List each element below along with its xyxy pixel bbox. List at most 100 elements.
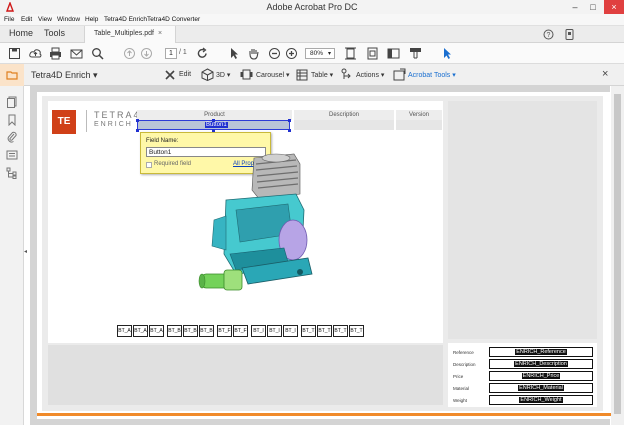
full-screen-icon[interactable] (366, 47, 379, 60)
part-button[interactable]: BT_A (117, 325, 132, 337)
help-icon[interactable]: ? (543, 29, 554, 40)
form-field-label: Button1 (205, 122, 228, 128)
resize-handle[interactable] (288, 129, 291, 132)
menu-view[interactable]: View (38, 16, 52, 23)
menu-edit[interactable]: Edit (21, 16, 32, 23)
logo-divider (86, 110, 87, 132)
comments-icon[interactable] (6, 149, 18, 161)
3d-menu-button[interactable]: 3D ▾ (216, 71, 230, 79)
field-name-label: Field Name: (146, 138, 179, 144)
document-tab-close-icon[interactable]: × (158, 30, 162, 37)
bookmarks-icon[interactable] (6, 114, 18, 126)
version-cell (396, 120, 442, 130)
read-mode-icon[interactable] (387, 47, 400, 60)
mobile-link-icon[interactable] (565, 29, 574, 40)
part-button[interactable]: BT_T (317, 325, 332, 337)
minimize-button[interactable]: – (566, 0, 584, 14)
price-value: ENRICH_Price (521, 373, 561, 379)
part-button[interactable]: BT_A (149, 325, 164, 337)
weight-field[interactable]: ENRICH_Weight (489, 395, 593, 405)
resize-handle[interactable] (136, 119, 139, 122)
folder-icon (6, 71, 18, 80)
acrobat-tools-menu-button[interactable]: Acrobat Tools ▾ (408, 71, 456, 79)
table-menu-button[interactable]: Table ▾ (311, 71, 333, 79)
maximize-button[interactable]: □ (584, 0, 602, 14)
window-title: Adobe Acrobat Pro DC (266, 2, 358, 12)
actions-icon (341, 68, 351, 79)
actions-menu-button[interactable]: Actions ▾ (356, 71, 384, 79)
edit-tools-icon (165, 70, 175, 80)
resize-handle[interactable] (288, 119, 291, 122)
part-button[interactable]: BT_F (233, 325, 248, 337)
reference-field[interactable]: ENRICH_Reference (489, 347, 593, 357)
part-button[interactable]: BT_B (199, 325, 214, 337)
enrich-brand-menu[interactable]: Tetra4D Enrich ▾ (31, 70, 98, 81)
enrich-panel-toggle[interactable] (0, 64, 24, 86)
side-panel (448, 101, 597, 339)
menu-tetra4d-enrich[interactable]: Tetra4D Enrich (104, 16, 147, 23)
title-bar: Adobe Acrobat Pro DC – □ × (0, 0, 624, 14)
tab-home[interactable]: Home (9, 28, 33, 38)
resize-handle[interactable] (212, 119, 215, 122)
required-field-label: Required field (154, 161, 192, 167)
zoom-value: 80% (310, 50, 324, 57)
part-button[interactable]: BT_B (167, 325, 182, 337)
reference-value: ENRICH_Reference (515, 349, 567, 355)
previous-page-icon[interactable] (123, 47, 136, 60)
fit-page-icon[interactable] (344, 47, 357, 60)
3d-engine-model[interactable] (196, 150, 326, 300)
material-field[interactable]: ENRICH_Material (489, 383, 593, 393)
menu-file[interactable]: File (4, 16, 14, 23)
vertical-scrollbar[interactable] (611, 86, 624, 425)
save-icon[interactable] (8, 47, 21, 60)
description-area (48, 345, 443, 405)
select-arrow-icon[interactable] (227, 47, 240, 60)
model-tree-icon[interactable] (6, 167, 18, 179)
hand-tool-icon[interactable] (247, 47, 260, 60)
close-window-button[interactable]: × (604, 0, 624, 14)
rotate-icon[interactable] (196, 47, 209, 60)
zoom-in-icon[interactable] (285, 47, 298, 60)
zoom-out-icon[interactable] (268, 47, 281, 60)
description-field[interactable]: ENRICH_Description (489, 359, 593, 369)
part-button[interactable]: BT_I (267, 325, 282, 337)
form-select-cursor-icon[interactable] (440, 47, 453, 60)
page-number-input[interactable]: 1 (165, 48, 177, 59)
menu-tetra4d-converter[interactable]: Tetra4D Converter (147, 16, 200, 23)
tab-document[interactable]: Table_Multiples.pdf × (84, 26, 176, 43)
scrollbar-thumb[interactable] (614, 94, 621, 414)
part-button[interactable]: BT_I (251, 325, 266, 337)
edit-button[interactable]: Edit (179, 71, 191, 78)
weight-value: ENRICH_Weight (519, 397, 563, 403)
carousel-menu-button[interactable]: Carousel ▾ (256, 71, 289, 79)
expand-panel-icon[interactable]: ◂ (24, 248, 27, 255)
part-button[interactable]: BT_I (283, 325, 298, 337)
part-button[interactable]: BT_T (301, 325, 316, 337)
email-icon[interactable] (70, 47, 83, 60)
zoom-select[interactable]: 80% ▾ (305, 48, 335, 59)
part-button[interactable]: BT_A (133, 325, 148, 337)
menu-help[interactable]: Help (85, 16, 98, 23)
svg-text:?: ? (547, 32, 551, 39)
footer-accent-line (37, 413, 611, 416)
part-button[interactable]: BT_T (349, 325, 364, 337)
attachments-icon[interactable] (6, 131, 18, 143)
close-enrich-toolbar-icon[interactable]: × (602, 68, 608, 80)
required-field-checkbox[interactable] (146, 162, 152, 168)
price-field[interactable]: ENRICH_Price (489, 371, 593, 381)
description-label: Description (453, 362, 476, 367)
search-icon[interactable] (91, 47, 104, 60)
tab-tools[interactable]: Tools (44, 28, 65, 38)
menu-window[interactable]: Window (57, 16, 80, 23)
logo-text-line2: ENRICH (94, 121, 133, 128)
page-thumbnails-icon[interactable] (6, 96, 18, 108)
part-button[interactable]: BT_F (217, 325, 232, 337)
highlight-icon[interactable] (409, 47, 422, 60)
main-toolbar: 1 / 1 80% ▾ (0, 43, 624, 64)
part-button[interactable]: BT_T (333, 325, 348, 337)
resize-handle[interactable] (136, 129, 139, 132)
next-page-icon[interactable] (140, 47, 153, 60)
print-icon[interactable] (49, 47, 62, 60)
upload-cloud-icon[interactable] (29, 47, 42, 60)
part-button[interactable]: BT_B (183, 325, 198, 337)
